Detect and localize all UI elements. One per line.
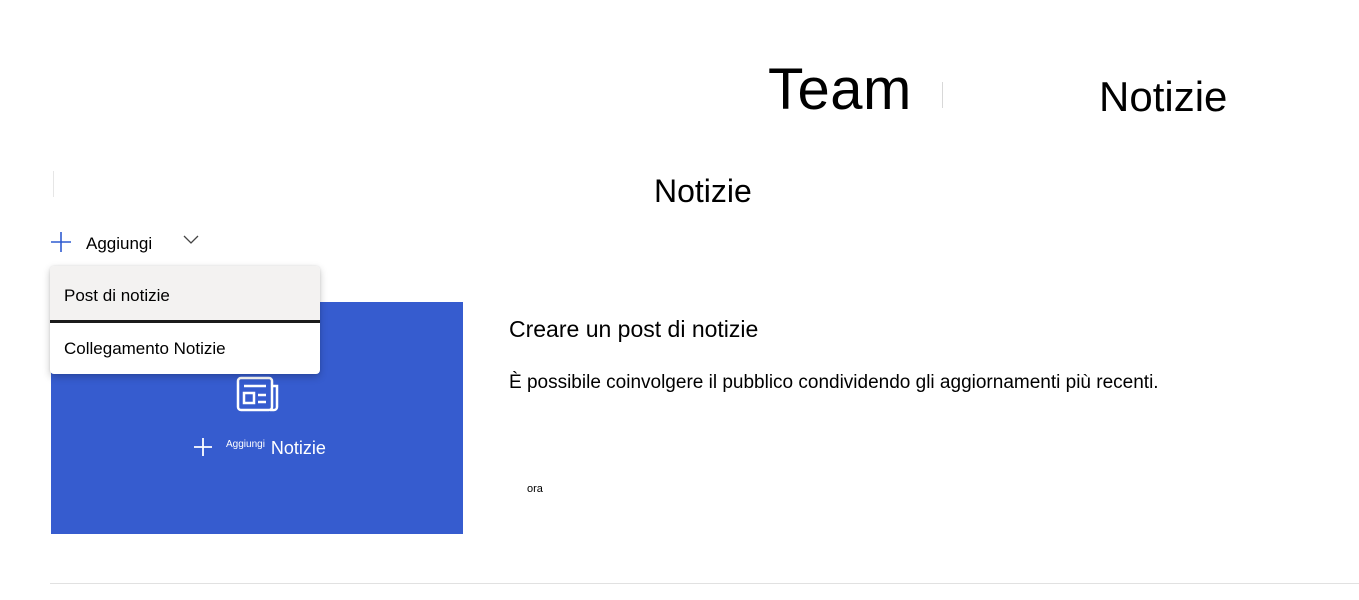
chevron-down-icon[interactable] (182, 234, 200, 246)
add-dropdown-menu: Post di notizie Collegamento Notizie (50, 266, 320, 374)
card-add-small-label: Aggiungi (226, 439, 265, 450)
header-divider (942, 82, 943, 108)
create-post-heading: Creare un post di notizie (509, 316, 759, 342)
site-title[interactable]: Team (768, 58, 912, 122)
create-post-description: È possibile coinvolgere il pubblico cond… (509, 372, 1159, 393)
bottom-divider (50, 583, 1359, 584)
timestamp: ora (527, 483, 543, 495)
add-news-button[interactable]: Aggiungi (50, 228, 199, 256)
divider (53, 171, 54, 197)
menu-item-news-post[interactable]: Post di notizie (50, 266, 320, 323)
card-add-label: Notizie (270, 438, 326, 458)
page-title: Notizie (1099, 73, 1228, 120)
plus-icon (51, 232, 71, 252)
plus-icon (194, 438, 212, 456)
section-title: Notizie (654, 173, 752, 209)
menu-item-news-link[interactable]: Collegamento Notizie (50, 323, 320, 374)
newspaper-icon (236, 376, 279, 412)
add-button-label: Aggiungi (86, 234, 153, 253)
card-add-news[interactable]: Aggiungi Notizie (193, 436, 326, 459)
